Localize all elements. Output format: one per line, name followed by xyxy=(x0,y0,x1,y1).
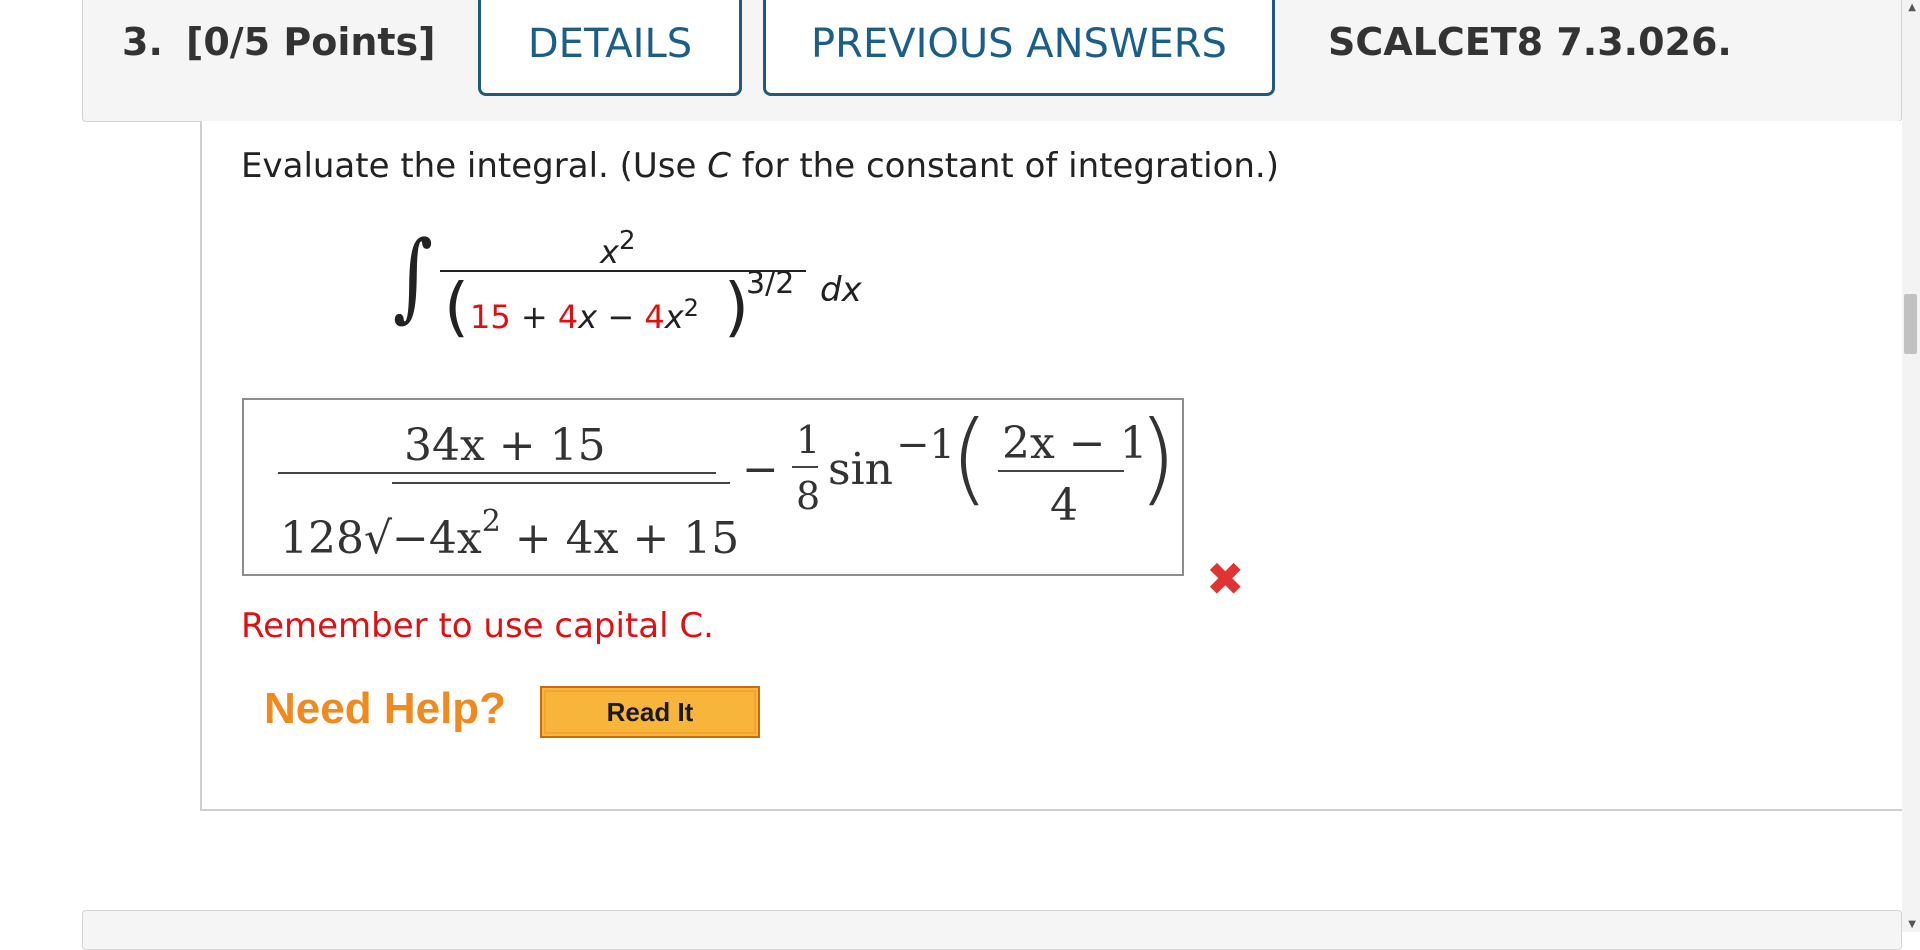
next-question-card xyxy=(82,910,1902,950)
big-paren-right: ) xyxy=(1138,399,1178,516)
outer-exponent: 3/2 xyxy=(746,266,795,301)
func-name: sin xyxy=(828,444,893,495)
question-points: [0/5 Points] xyxy=(186,20,436,64)
answer-numerator: 34x + 15 xyxy=(404,420,606,471)
integrand-numerator: x2 xyxy=(600,226,636,271)
func-exponent: −1 xyxy=(896,422,955,468)
details-button[interactable]: DETAILS xyxy=(478,0,742,96)
answer-minus: − xyxy=(742,444,779,495)
paren-left: ( xyxy=(444,271,469,345)
integrand-denominator: 15 + 4x − 4x2 xyxy=(470,294,699,336)
question-number: 3. xyxy=(122,20,163,64)
arg-denominator: 4 xyxy=(1050,480,1078,531)
scrollbar[interactable]: ▲ ▼ xyxy=(1902,0,1920,932)
answer-denominator: 128√−4x2 + 4x + 15 xyxy=(280,504,740,564)
need-help-label: Need Help? xyxy=(264,684,507,733)
arg-bar xyxy=(998,470,1124,472)
integral-sign: ∫ xyxy=(393,220,434,332)
coef-denominator: 8 xyxy=(796,474,821,518)
coef-numerator: 1 xyxy=(796,418,821,462)
coef-bar xyxy=(792,466,818,468)
answer-fraction-bar xyxy=(278,472,716,474)
arg-numerator: 2x − 1 xyxy=(1002,418,1148,469)
x-mark-icon: ✖ xyxy=(1206,552,1245,606)
previous-answers-button[interactable]: PREVIOUS ANSWERS xyxy=(763,0,1275,96)
scroll-up-icon[interactable]: ▲ xyxy=(1908,2,1916,13)
scroll-down-icon[interactable]: ▼ xyxy=(1908,919,1916,930)
instruction-text: Evaluate the integral. (Use C for the co… xyxy=(241,146,1279,186)
sqrt-bar xyxy=(392,482,730,484)
scrollbar-thumb[interactable] xyxy=(1904,294,1917,354)
big-paren-left: ( xyxy=(950,399,990,516)
read-it-button[interactable]: Read It xyxy=(540,686,760,738)
differential: dx xyxy=(820,270,862,310)
feedback-message: Remember to use capital C. xyxy=(241,606,714,646)
question-code: SCALCET8 7.3.026. xyxy=(1328,20,1732,64)
answer-input[interactable]: 34x + 15 128√−4x2 + 4x + 15 − 1 8 sin −1… xyxy=(242,398,1184,576)
